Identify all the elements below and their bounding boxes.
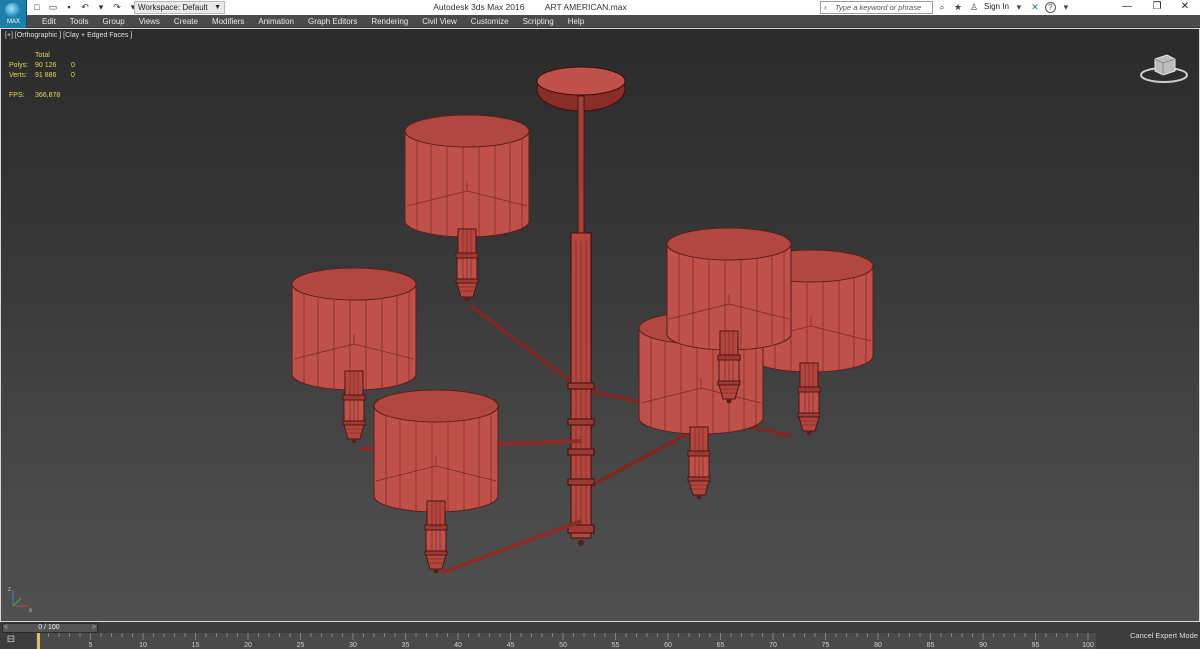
stats-fps-row: FPS: 366,878 xyxy=(9,91,75,101)
exchange-apps-icon[interactable]: ✕ xyxy=(1029,1,1041,13)
timeline-tick-label: 85 xyxy=(927,642,935,649)
menu-civil-view[interactable]: Civil View xyxy=(415,15,464,27)
timeline-tick-label: 15 xyxy=(192,642,200,649)
timeline-track[interactable]: 5 10 15 20 25 30 35 40 45 50 55 60 65 70 75 80 85 90 95 100 xyxy=(36,633,1096,649)
verts-selected: 0 xyxy=(71,72,75,79)
search-input[interactable]: › Type a keyword or phrase xyxy=(820,1,933,14)
stats-polys-row: Polys: 90 126 0 xyxy=(9,61,75,71)
timeline-tick-label: 65 xyxy=(717,642,725,649)
menu-views[interactable]: Views xyxy=(132,15,167,27)
menu-scripting[interactable]: Scripting xyxy=(516,15,561,27)
subscription-icon[interactable]: ★ xyxy=(952,1,964,13)
perspective-viewport[interactable]: [+] [Orthographic ] [Clay + Edged Faces … xyxy=(0,28,1200,622)
polys-total: 90 126 xyxy=(35,62,57,69)
user-icon[interactable]: ♙ xyxy=(968,1,980,13)
timeline-tick-label: 25 xyxy=(297,642,305,649)
search-icon: › xyxy=(824,3,827,12)
timeline-tick-label: 75 xyxy=(822,642,830,649)
timeline-tick-label: 80 xyxy=(874,642,882,649)
svg-text:x: x xyxy=(29,608,32,614)
timeline-tick-label: 55 xyxy=(612,642,620,649)
timeline-tick-label: 100 xyxy=(1082,642,1094,649)
menu-rendering[interactable]: Rendering xyxy=(364,15,415,27)
time-slider[interactable]: < 0 / 100 > xyxy=(2,623,98,633)
app-title: Autodesk 3ds Max 2016 xyxy=(433,2,525,12)
menu-help[interactable]: Help xyxy=(561,15,591,27)
svg-text:z: z xyxy=(8,587,11,593)
current-frame-marker[interactable] xyxy=(37,633,40,649)
timeline-tick-label: 95 xyxy=(1032,642,1040,649)
menu-tools[interactable]: Tools xyxy=(63,15,96,27)
polys-label: Polys: xyxy=(9,62,29,69)
verts-label: Verts: xyxy=(9,72,27,79)
restore-button[interactable]: ❐ xyxy=(1142,0,1172,15)
infocenter-toolbar: ⌕ ★ ♙ Sign In ▾ ✕ ? ▾ xyxy=(936,1,1072,13)
menu-create[interactable]: Create xyxy=(167,15,205,27)
search-placeholder: Type a keyword or phrase xyxy=(835,3,922,12)
app-logo-text: MAX xyxy=(6,19,20,25)
stats-verts-row: Verts: 91 886 0 xyxy=(9,71,75,81)
timeline-tick-label: 45 xyxy=(507,642,515,649)
mini-curve-editor-icon[interactable]: ⊟ xyxy=(4,634,18,646)
timeline-tick-label: 90 xyxy=(979,642,987,649)
help-icon[interactable]: ? xyxy=(1044,1,1056,13)
timeline-tick-label: 40 xyxy=(454,642,462,649)
polys-selected: 0 xyxy=(71,62,75,69)
file-name: ART AMERICAN.max xyxy=(544,2,627,12)
timeline-tick-label: 50 xyxy=(559,642,567,649)
timeline-tick-label: 20 xyxy=(244,642,252,649)
fps-value: 366,878 xyxy=(35,92,61,99)
menu-edit[interactable]: Edit xyxy=(35,15,63,27)
stats-header: Total xyxy=(35,52,50,59)
minimize-button[interactable]: — xyxy=(1112,0,1142,15)
timeline-tick-label: 5 xyxy=(89,642,93,649)
chevron-down-icon[interactable]: ▾ xyxy=(1060,1,1072,13)
menu-customize[interactable]: Customize xyxy=(464,15,516,27)
sign-in-link[interactable]: Sign In xyxy=(984,1,1009,13)
viewcube-icon[interactable] xyxy=(1139,51,1189,85)
close-button[interactable]: ✕ xyxy=(1170,0,1200,15)
timeline-tick-label: 70 xyxy=(769,642,777,649)
fps-label: FPS: xyxy=(9,92,25,99)
chevron-down-icon[interactable]: ▾ xyxy=(1013,1,1025,13)
menu-group[interactable]: Group xyxy=(95,15,131,27)
chevron-right-icon[interactable]: > xyxy=(92,624,96,632)
timeline-tick-label: 60 xyxy=(664,642,672,649)
chandelier-model xyxy=(291,66,874,575)
bottom-bar: < 0 / 100 > ⊟ 5 10 15 20 25 30 35 40 45 50 55 60 65 7… xyxy=(0,622,1200,649)
axis-tripod-icon: x z xyxy=(8,587,32,614)
timeline-tick-label: 10 xyxy=(139,642,147,649)
menu-modifiers[interactable]: Modifiers xyxy=(205,15,251,27)
viewport-statistics: Total Polys: 90 126 0 Verts: 91 886 0 FP… xyxy=(9,51,75,101)
menu-graph-editors[interactable]: Graph Editors xyxy=(301,15,364,27)
menu-animation[interactable]: Animation xyxy=(251,15,301,27)
frame-counter: 0 / 100 xyxy=(38,624,60,631)
timeline-tick-label: 35 xyxy=(402,642,410,649)
verts-total: 91 886 xyxy=(35,72,57,79)
viewport-label[interactable]: [+] [Orthographic ] [Clay + Edged Faces … xyxy=(5,32,132,39)
menu-bar: Edit Tools Group Views Create Modifiers … xyxy=(27,15,1200,28)
title-bar: MAX □ ▭ ▪ ↶ ▾ ↷ ▾ ▤ Workspace: Default ▼… xyxy=(0,0,1200,28)
timeline-tick-label: 30 xyxy=(349,642,357,649)
search-icon[interactable]: ⌕ xyxy=(936,1,948,13)
cancel-expert-mode-button[interactable]: Cancel Expert Mode xyxy=(1130,631,1198,640)
